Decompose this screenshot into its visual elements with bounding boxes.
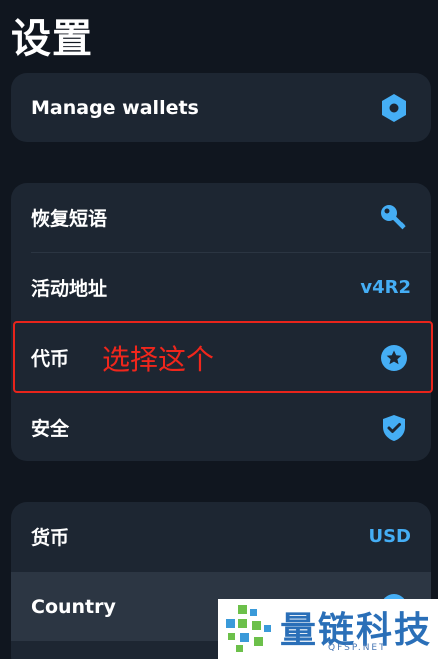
recovery-phrase-row[interactable]: 恢复短语 <box>11 183 431 252</box>
settings-screen: 设置 Manage wallets 恢复短语 活动地址 v4R2 代币 安全 货… <box>0 0 438 659</box>
shield-check-icon <box>379 413 409 443</box>
annotation-text: 选择这个 <box>102 343 215 376</box>
recovery-phrase-label: 恢复短语 <box>31 208 108 230</box>
security-label: 安全 <box>31 418 70 440</box>
manage-wallets-row[interactable]: Manage wallets <box>11 73 431 142</box>
annotation-highlight-box <box>13 321 433 393</box>
country-label: Country <box>31 595 116 618</box>
hexagon-icon <box>379 93 409 123</box>
active-address-label: 活动地址 <box>31 278 108 300</box>
active-address-value: v4R2 <box>360 277 411 298</box>
currency-value: USD <box>368 526 411 547</box>
active-address-row[interactable]: 活动地址 v4R2 <box>11 253 431 322</box>
watermark-domain: QFSP.NET <box>328 643 387 653</box>
watermark: 量链科技 QFSP.NET <box>218 599 438 659</box>
watermark-logo-icon <box>226 605 271 652</box>
manage-wallets-label: Manage wallets <box>31 96 199 119</box>
currency-label: 货币 <box>31 527 70 549</box>
security-row[interactable]: 安全 <box>11 393 431 461</box>
wallets-card: Manage wallets <box>11 73 431 142</box>
page-title: 设置 <box>11 16 93 62</box>
key-icon <box>379 203 409 233</box>
currency-row[interactable]: 货币 USD <box>11 502 431 571</box>
